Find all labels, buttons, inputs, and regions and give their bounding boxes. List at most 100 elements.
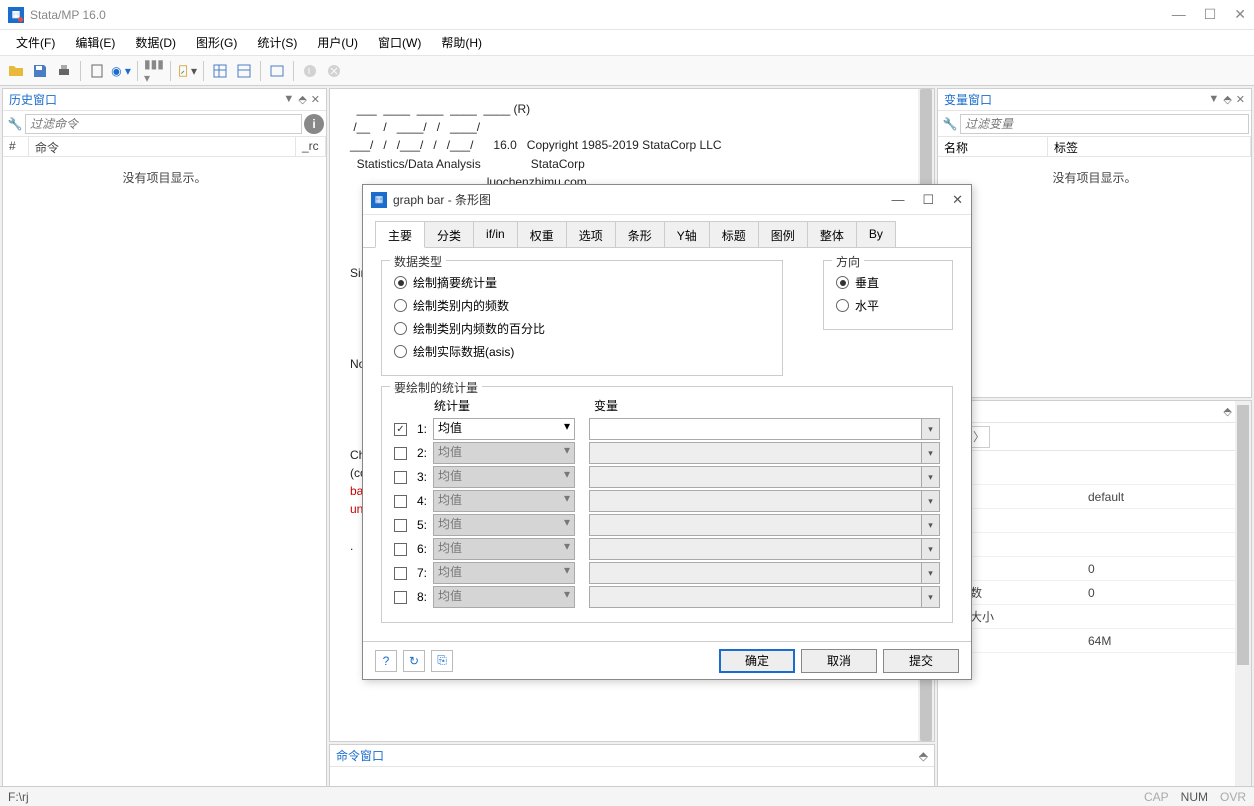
info-icon[interactable]: i [304,114,324,134]
filter-icon[interactable]: ▼ [283,93,294,106]
viewer-icon[interactable]: ◉ ▾ [111,61,131,81]
close-panel-icon[interactable]: ✕ [1236,93,1245,106]
tab-9[interactable]: 整体 [807,221,857,247]
cancel-button[interactable]: 取消 [801,649,877,673]
menu-graphics[interactable]: 图形(G) [188,31,245,54]
chevron-down-icon: ▾ [921,515,939,535]
stat-select-4: 均值 ▾ [433,490,575,512]
datatype-radio-1[interactable]: 绘制类别内的频数 [394,294,770,317]
data-browser-icon[interactable] [234,61,254,81]
pin-icon[interactable]: ⬘ [1223,405,1231,418]
help-button[interactable]: ? [375,650,397,672]
var-select-1[interactable]: ▾ [589,418,940,440]
col-name[interactable]: 名称 [938,137,1048,156]
variables-filter-input[interactable] [960,114,1249,134]
radio-icon [836,299,849,312]
statusbar: F:\rj CAP NUM OVR [0,786,1254,806]
chevron-down-icon: ▾ [921,467,939,487]
menu-user[interactable]: 用户(U) [309,31,366,54]
menu-stats[interactable]: 统计(S) [249,31,305,54]
menu-window[interactable]: 窗口(W) [370,31,429,54]
direction-horizontal-radio[interactable]: 水平 [836,294,940,317]
app-icon: ▦ [8,7,24,23]
graph-icon[interactable]: ▮▮▮ ▾ [144,61,164,81]
dialog-close-button[interactable]: ✕ [952,192,963,208]
tab-6[interactable]: Y轴 [664,221,710,247]
maximize-button[interactable]: ☐ [1204,6,1217,23]
stat-checkbox-7[interactable] [394,567,407,580]
dialog-minimize-button[interactable]: — [891,192,904,208]
radio-icon [394,345,407,358]
history-columns: # 命令 _rc [3,137,326,157]
print-icon[interactable] [54,61,74,81]
menu-edit[interactable]: 编辑(E) [67,31,123,54]
log-icon[interactable] [87,61,107,81]
continue-icon [300,61,320,81]
stat-checkbox-6[interactable] [394,543,407,556]
stat-select-3: 均值 ▾ [433,466,575,488]
property-row: 观测数0 [938,581,1251,605]
separator [203,61,204,81]
stat-row-8: 8:均值 ▾▾ [394,586,940,608]
save-icon[interactable] [30,61,50,81]
tab-5[interactable]: 条形 [615,221,665,247]
stat-select-5: 均值 ▾ [433,514,575,536]
stat-checkbox-2[interactable] [394,447,407,460]
filter-icon[interactable]: ▼ [1208,93,1219,106]
col-label[interactable]: 标签 [1048,137,1251,156]
history-filter-input[interactable] [25,114,302,134]
pin-icon[interactable]: ⬘ [919,749,928,763]
col-rc[interactable]: _rc [296,137,326,156]
stat-checkbox-5[interactable] [394,519,407,532]
tab-7[interactable]: 标题 [709,221,759,247]
minimize-button[interactable]: — [1172,6,1186,23]
datatype-radio-3[interactable]: 绘制实际数据(asis) [394,340,770,363]
stat-select-6: 均值 ▾ [433,538,575,560]
menu-file[interactable]: 文件(F) [8,31,63,54]
stat-select-8: 均值 ▾ [433,586,575,608]
close-button[interactable]: ✕ [1234,6,1246,23]
stat-row-1: 1:均值 ▾▾ [394,418,940,440]
tab-3[interactable]: 权重 [517,221,567,247]
tab-1[interactable]: 分类 [424,221,474,247]
close-panel-icon[interactable]: ✕ [311,93,320,106]
dofile-icon[interactable]: ▾ [177,61,197,81]
tab-2[interactable]: if/in [473,221,518,247]
stat-checkbox-3[interactable] [394,471,407,484]
copy-button[interactable]: ⎘ [431,650,453,672]
stat-checkbox-4[interactable] [394,495,407,508]
reset-button[interactable]: ↻ [403,650,425,672]
chevron-down-icon: ▾ [921,587,939,607]
data-type-legend: 数据类型 [390,253,446,270]
datatype-radio-2[interactable]: 绘制类别内频数的百分比 [394,317,770,340]
data-editor-icon[interactable] [210,61,230,81]
radio-icon [394,276,407,289]
datatype-radio-0[interactable]: 绘制摘要统计量 [394,271,770,294]
tab-0[interactable]: 主要 [375,221,425,248]
statistics-group: 要绘制的统计量 统计量 变量 1:均值 ▾▾2:均值 ▾▾3:均值 ▾▾4:均值… [381,386,953,623]
col-index[interactable]: # [3,137,29,156]
menu-help[interactable]: 帮助(H) [433,31,490,54]
toolbar: ◉ ▾ ▮▮▮ ▾ ▾ [0,56,1254,86]
dialog-maximize-button[interactable]: ☐ [922,192,934,208]
stat-checkbox-1[interactable] [394,423,407,436]
tab-8[interactable]: 图例 [758,221,808,247]
menu-data[interactable]: 数据(D) [127,31,184,54]
direction-vertical-radio[interactable]: 垂直 [836,271,940,294]
stat-row-3: 3:均值 ▾▾ [394,466,940,488]
pin-icon[interactable]: ⬘ [298,93,306,106]
pin-icon[interactable]: ⬘ [1223,93,1231,106]
tab-10[interactable]: By [856,221,896,247]
ok-button[interactable]: 确定 [719,649,795,673]
submit-button[interactable]: 提交 [883,649,959,673]
variables-manager-icon[interactable] [267,61,287,81]
var-select-4: ▾ [589,490,940,512]
open-icon[interactable] [6,61,26,81]
stat-checkbox-8[interactable] [394,591,407,604]
properties-scrollbar[interactable] [1235,401,1251,803]
col-command[interactable]: 命令 [29,137,296,156]
stat-select-1[interactable]: 均值 ▾ [433,418,575,440]
status-cap: CAP [1144,790,1169,804]
break-icon [324,61,344,81]
tab-4[interactable]: 选项 [566,221,616,247]
